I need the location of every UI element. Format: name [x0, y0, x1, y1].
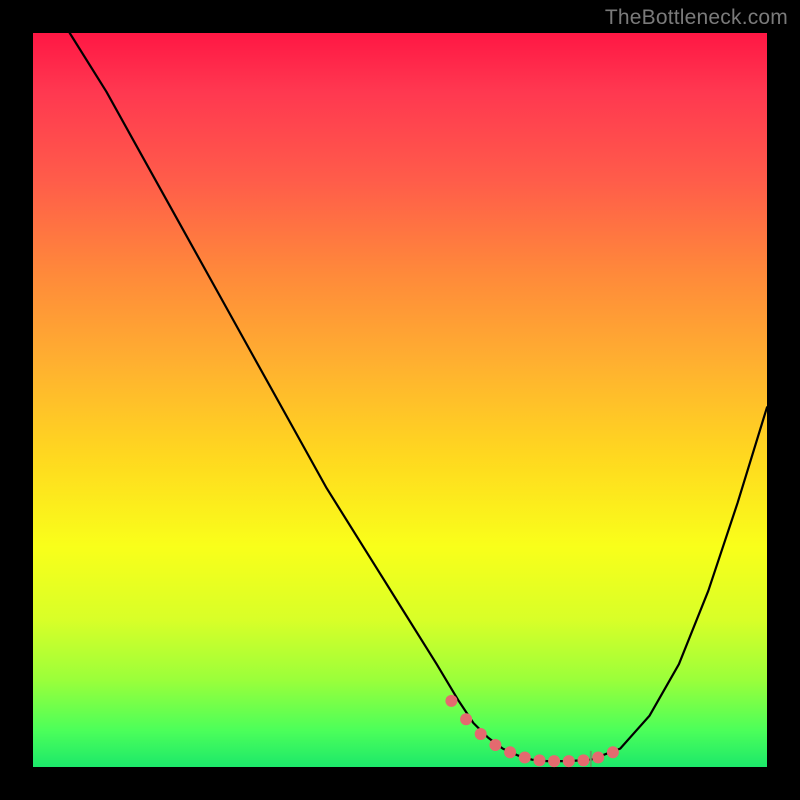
trough-markers: [445, 695, 619, 767]
trough-marker: [548, 755, 560, 767]
trough-marker: [607, 746, 619, 758]
watermark-text: TheBottleneck.com: [605, 6, 788, 30]
trough-marker: [519, 752, 531, 764]
trough-marker: [460, 713, 472, 725]
trough-marker: [592, 752, 604, 764]
trough-marker: [475, 728, 487, 740]
trough-marker: [534, 754, 546, 766]
trough-marker: [578, 754, 590, 766]
chart-frame: TheBottleneck.com: [0, 0, 800, 800]
bottleneck-curve: [70, 33, 767, 761]
trough-marker: [445, 695, 457, 707]
plot-area: [33, 33, 767, 767]
chart-svg: [33, 33, 767, 767]
trough-marker: [504, 746, 516, 758]
trough-marker: [563, 755, 575, 767]
trough-marker: [489, 739, 501, 751]
